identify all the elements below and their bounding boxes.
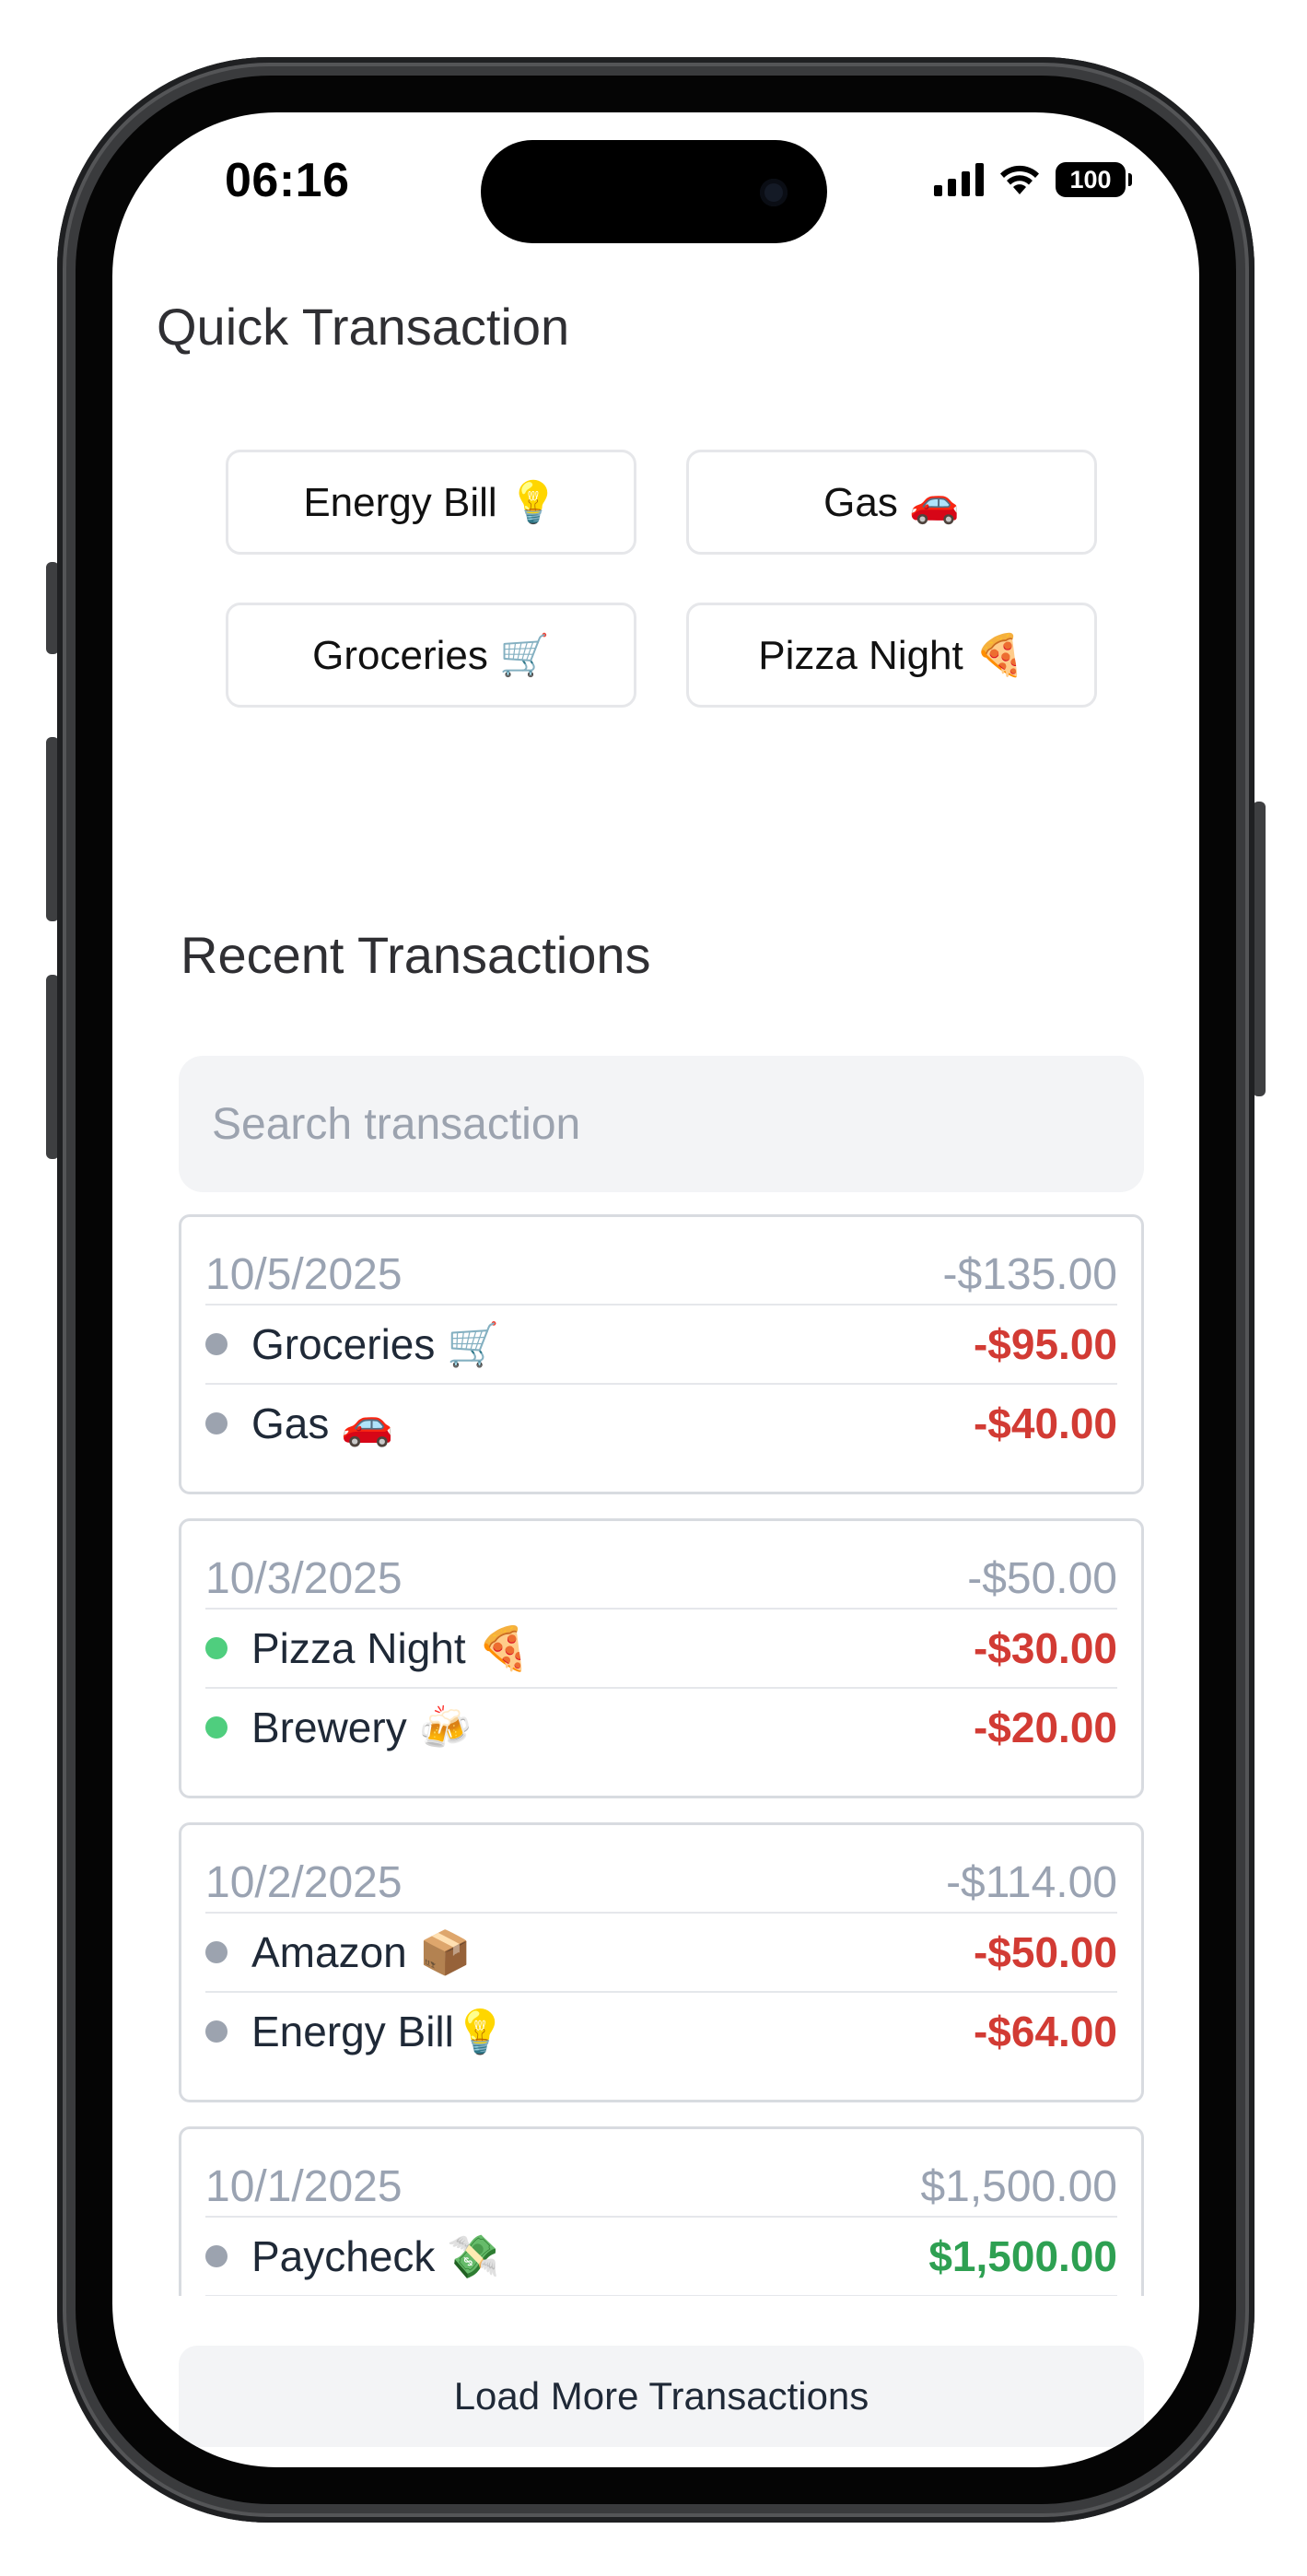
transaction-row[interactable]: Pizza Night 🍕 -$30.00 <box>205 1610 1117 1689</box>
quick-energy-bill-button[interactable]: Energy Bill 💡 <box>226 450 636 555</box>
status-dot <box>205 1716 228 1739</box>
group-header: 10/2/2025 -$114.00 <box>205 1853 1117 1914</box>
app-screen: 06:16 100 Quick Transaction Energy Bill … <box>112 112 1199 2467</box>
transaction-row[interactable]: Paycheck 💸 $1,500.00 <box>205 2218 1117 2296</box>
status-time: 06:16 <box>225 154 350 207</box>
group-header: 10/1/2025 $1,500.00 <box>205 2157 1117 2218</box>
power-button <box>1253 802 1266 1096</box>
status-dot <box>205 1637 228 1659</box>
status-icons: 100 <box>934 162 1132 197</box>
camera-icon <box>760 179 788 206</box>
transaction-name: Gas 🚗 <box>251 1399 394 1447</box>
transaction-list[interactable]: 10/5/2025 -$135.00 Groceries 🛒 -$95.00 G… <box>112 1214 1199 2296</box>
quick-pizza-night-button[interactable]: Pizza Night 🍕 <box>686 603 1097 708</box>
transaction-amount: -$64.00 <box>973 2008 1117 2055</box>
transaction-amount: $1,500.00 <box>928 2232 1117 2280</box>
status-dot <box>205 1333 228 1355</box>
status-dot <box>205 1941 228 1963</box>
transaction-row[interactable]: Gas 🚗 -$40.00 <box>205 1385 1117 1462</box>
transaction-group: 10/1/2025 $1,500.00 Paycheck 💸 $1,500.00 <box>179 2126 1144 2296</box>
transaction-amount: -$30.00 <box>973 1624 1117 1672</box>
transaction-row[interactable]: Energy Bill💡 -$64.00 <box>205 1993 1117 2070</box>
group-total: -$114.00 <box>946 1857 1117 1907</box>
status-dot <box>205 1412 228 1434</box>
transaction-group: 10/3/2025 -$50.00 Pizza Night 🍕 -$30.00 … <box>179 1518 1144 1798</box>
quick-groceries-button[interactable]: Groceries 🛒 <box>226 603 636 708</box>
group-header: 10/3/2025 -$50.00 <box>205 1549 1117 1610</box>
group-date: 10/5/2025 <box>205 1249 403 1299</box>
transaction-group: 10/5/2025 -$135.00 Groceries 🛒 -$95.00 G… <box>179 1214 1144 1494</box>
group-total: $1,500.00 <box>920 2161 1117 2211</box>
quick-gas-button[interactable]: Gas 🚗 <box>686 450 1097 555</box>
transaction-name: Amazon 📦 <box>251 1927 472 1976</box>
transaction-amount: -$95.00 <box>973 1320 1117 1368</box>
wifi-icon <box>1000 165 1039 194</box>
transaction-amount: -$40.00 <box>973 1399 1117 1447</box>
group-total: -$50.00 <box>967 1553 1117 1603</box>
transaction-name: Pizza Night 🍕 <box>251 1623 531 1672</box>
transaction-name: Groceries 🛒 <box>251 1319 500 1368</box>
transaction-group: 10/2/2025 -$114.00 Amazon 📦 -$50.00 Ener… <box>179 1822 1144 2102</box>
search-input[interactable] <box>179 1056 1144 1192</box>
transaction-row[interactable]: Groceries 🛒 -$95.00 <box>205 1306 1117 1385</box>
status-dot <box>205 2245 228 2267</box>
group-date: 10/2/2025 <box>205 1857 403 1907</box>
group-total: -$135.00 <box>942 1249 1118 1299</box>
quick-transaction-title: Quick Transaction <box>157 298 570 356</box>
transaction-amount: -$50.00 <box>973 1928 1117 1976</box>
dynamic-island <box>481 140 827 243</box>
transaction-row[interactable]: Amazon 📦 -$50.00 <box>205 1914 1117 1993</box>
status-dot <box>205 2020 228 2043</box>
load-more-button[interactable]: Load More Transactions <box>179 2346 1144 2447</box>
battery-icon: 100 <box>1056 162 1132 197</box>
device-mockup: 06:16 100 Quick Transaction Energy Bill … <box>0 0 1307 2576</box>
transaction-amount: -$20.00 <box>973 1704 1117 1751</box>
group-date: 10/1/2025 <box>205 2161 403 2211</box>
group-date: 10/3/2025 <box>205 1553 403 1603</box>
transaction-name: Paycheck 💸 <box>251 2231 500 2280</box>
signal-icon <box>934 163 984 196</box>
transaction-name: Energy Bill💡 <box>251 2007 508 2055</box>
recent-transactions-title: Recent Transactions <box>181 926 651 984</box>
transaction-name: Brewery 🍻 <box>251 1703 472 1751</box>
group-header: 10/5/2025 -$135.00 <box>205 1245 1117 1306</box>
transaction-row[interactable]: Brewery 🍻 -$20.00 <box>205 1689 1117 1766</box>
